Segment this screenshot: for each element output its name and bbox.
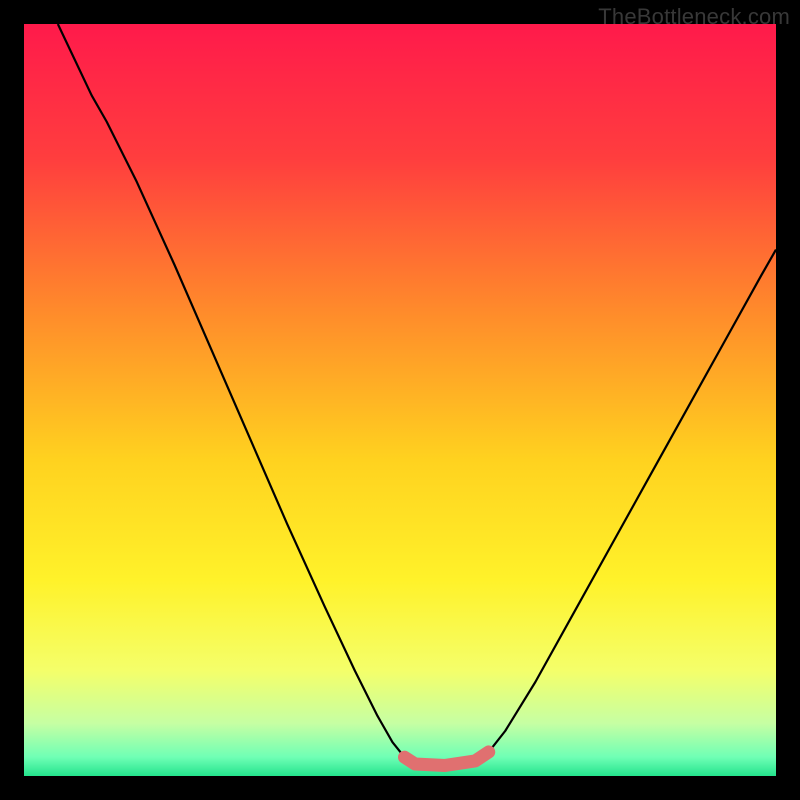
gradient-background xyxy=(24,24,776,776)
watermark-text: TheBottleneck.com xyxy=(598,4,790,30)
chart-svg xyxy=(24,24,776,776)
chart-frame: TheBottleneck.com xyxy=(0,0,800,800)
plot-area xyxy=(24,24,776,776)
